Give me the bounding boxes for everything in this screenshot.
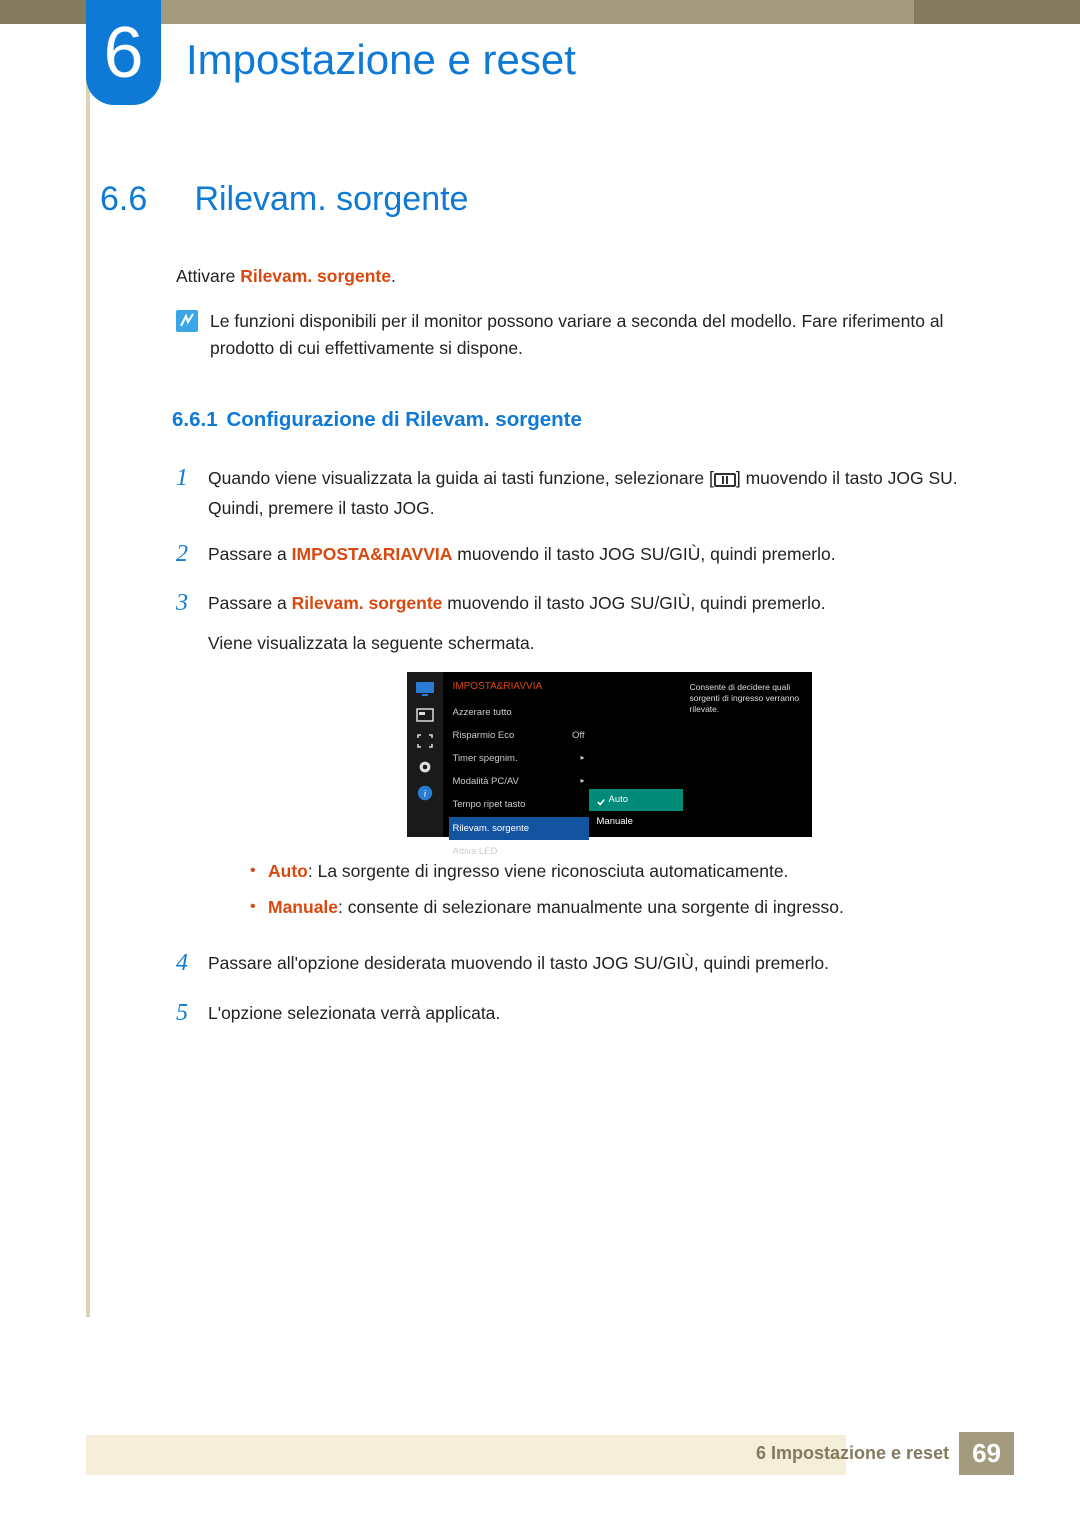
osd-label: Tempo ripet tasto	[453, 797, 526, 813]
step2-highlight: IMPOSTA&RIAVVIA	[292, 544, 453, 564]
chapter-title: Impostazione e reset	[186, 36, 576, 84]
bullet-manual: Manuale: consente di selezionare manualm…	[246, 893, 1010, 921]
step3-b: muovendo il tasto JOG SU/GIÙ, quindi pre…	[442, 593, 825, 613]
step-number: 1	[176, 460, 208, 524]
section-title: Rilevam. sorgente	[194, 180, 468, 219]
osd-description: Consente di decidere quali sorgenti di i…	[690, 682, 806, 715]
step-2: 2 Passare a IMPOSTA&RIAVVIA muovendo il …	[176, 540, 1010, 573]
step-number: 4	[176, 945, 208, 982]
option-bullets: Auto: La sorgente di ingresso viene rico…	[246, 857, 1010, 921]
osd-item-timer: Timer spegnim. ▸	[453, 748, 593, 771]
osd-label: Risparmio Eco	[453, 728, 515, 744]
osd-main: IMPOSTA&RIAVVIA Azzerare tutto Risparmio…	[443, 672, 812, 837]
step-text: Passare a IMPOSTA&RIAVVIA muovendo il ta…	[208, 540, 1010, 573]
osd-submenu-auto-selected: Auto	[589, 789, 683, 811]
osd-item-eco: Risparmio Eco Off	[453, 724, 593, 747]
osd-value: ▸	[580, 751, 584, 767]
subsection-number: 6.6.1	[172, 408, 218, 431]
osd-label: Timer spegnim.	[453, 751, 518, 767]
step-3: 3 Passare a Rilevam. sorgente muovendo i…	[176, 589, 1010, 934]
step3-a: Passare a	[208, 593, 292, 613]
picture-icon	[415, 706, 435, 724]
menu-glyph-icon	[714, 473, 736, 487]
left-accent-bar	[86, 24, 90, 1317]
osd-submenu: Auto Manuale	[589, 789, 683, 833]
note-text: Le funzioni disponibili per il monitor p…	[210, 308, 1010, 362]
monitor-icon	[415, 680, 435, 698]
steps-list: 1 Quando viene visualizzata la guida ai …	[176, 464, 1010, 1032]
section-heading: 6.6 Rilevam. sorgente	[100, 180, 1010, 219]
step2-a: Passare a	[208, 544, 292, 564]
section-number: 6.6	[100, 180, 190, 219]
osd-value: Off	[572, 728, 585, 744]
step-text: Passare a Rilevam. sorgente muovendo il …	[208, 589, 1010, 934]
footer-text: 6 Impostazione e reset	[756, 1443, 949, 1464]
bullet-manual-hl: Manuale	[268, 897, 338, 917]
osd-label: Modalità PC/AV	[453, 774, 519, 790]
bullet-manual-text: : consente di selezionare manualmente un…	[338, 897, 844, 917]
step3-highlight: Rilevam. sorgente	[292, 593, 443, 613]
intro-highlight: Rilevam. sorgente	[240, 266, 391, 286]
step-1: 1 Quando viene visualizzata la guida ai …	[176, 464, 1010, 524]
footer: 6 Impostazione e reset 69	[756, 1432, 1014, 1475]
bullet-auto: Auto: La sorgente di ingresso viene rico…	[246, 857, 1010, 885]
step2-b: muovendo il tasto JOG SU/GIÙ, quindi pre…	[452, 544, 835, 564]
chapter-number-tab: 6	[86, 0, 161, 105]
step-5: 5 L'opzione selezionata verrà applicata.	[176, 999, 1010, 1032]
info-icon: i	[415, 784, 435, 802]
step1-a: Quando viene visualizzata la guida ai ta…	[208, 468, 714, 488]
gear-icon	[415, 758, 435, 776]
step-4: 4 Passare all'opzione desiderata muovend…	[176, 949, 1010, 982]
osd-submenu-manual: Manuale	[589, 811, 683, 833]
header-band-inner	[86, 0, 914, 24]
svg-text:i: i	[423, 789, 426, 800]
osd-submenu-label: Auto	[609, 792, 629, 808]
note-row: Le funzioni disponibili per il monitor p…	[176, 308, 1010, 362]
osd-item-reset: Azzerare tutto	[453, 701, 593, 724]
intro-prefix: Attivare	[176, 266, 240, 286]
footer-page-number: 69	[959, 1432, 1014, 1475]
content-area: 6.6 Rilevam. sorgente Attivare Rilevam. …	[100, 180, 1010, 1048]
step-text: L'opzione selezionata verrà applicata.	[208, 999, 1010, 1032]
bullet-auto-text: : La sorgente di ingresso viene riconosc…	[308, 861, 789, 881]
step-text: Quando viene visualizzata la guida ai ta…	[208, 464, 1010, 524]
osd-value: ▸	[580, 774, 584, 790]
subsection-title: Configurazione di Rilevam. sorgente	[226, 408, 581, 431]
osd-item-repeat: Tempo ripet tasto	[453, 794, 593, 817]
osd-submenu-label: Manuale	[597, 814, 633, 830]
note-icon	[176, 310, 198, 332]
step-number: 2	[176, 536, 208, 573]
osd-label: Rilevam. sorgente	[453, 821, 530, 837]
intro-line: Attivare Rilevam. sorgente.	[176, 263, 1010, 290]
subsection-heading: 6.6.1 Configurazione di Rilevam. sorgent…	[172, 404, 1010, 436]
osd-item-source-selected: Rilevam. sorgente	[449, 817, 589, 840]
step3-c: Viene visualizzata la seguente schermata…	[208, 629, 1010, 659]
osd-item-pcav: Modalità PC/AV ▸	[453, 771, 593, 794]
osd-label: Azzerare tutto	[453, 705, 512, 721]
intro-suffix: .	[391, 266, 396, 286]
osd-screenshot: i IMPOSTA&RIAVVIA Azzerare tutto Risparm…	[407, 672, 812, 837]
footer-beige-bar	[86, 1435, 846, 1475]
resize-icon	[415, 732, 435, 750]
osd-sidebar: i	[407, 672, 443, 837]
check-icon	[597, 796, 605, 804]
bullet-auto-hl: Auto	[268, 861, 308, 881]
step-number: 5	[176, 995, 208, 1032]
step-text: Passare all'opzione desiderata muovendo …	[208, 949, 1010, 982]
step-number: 3	[176, 585, 208, 934]
